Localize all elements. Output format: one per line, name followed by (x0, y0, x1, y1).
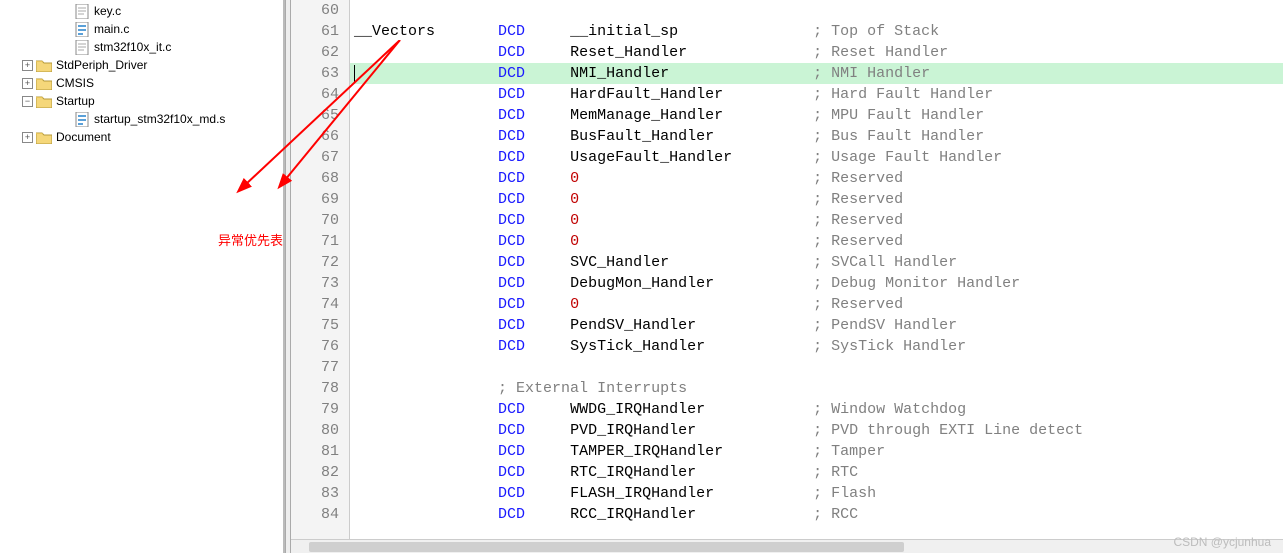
line-number: 84 (321, 504, 339, 525)
file-icon (74, 22, 90, 36)
tree-expander-icon[interactable]: + (22, 78, 33, 89)
file-icon (74, 40, 90, 54)
line-number: 83 (321, 483, 339, 504)
code-line[interactable]: DCD MemManage_Handler ; MPU Fault Handle… (350, 105, 1283, 126)
code-line[interactable]: DCD PendSV_Handler ; PendSV Handler (350, 315, 1283, 336)
code-line[interactable]: DCD PVD_IRQHandler ; PVD through EXTI Li… (350, 420, 1283, 441)
code-line[interactable]: DCD BusFault_Handler ; Bus Fault Handler (350, 126, 1283, 147)
line-number: 73 (321, 273, 339, 294)
code-line[interactable]: DCD FLASH_IRQHandler ; Flash (350, 483, 1283, 504)
line-number: 81 (321, 441, 339, 462)
code-text-area[interactable]: __Vectors DCD __initial_sp ; Top of Stac… (350, 0, 1283, 553)
line-number: 70 (321, 210, 339, 231)
tree-item[interactable]: key.c (0, 2, 283, 20)
tree-item[interactable]: − Startup (0, 92, 283, 110)
line-number: 63 (321, 63, 339, 84)
code-line[interactable]: DCD 0 ; Reserved (350, 231, 1283, 252)
horizontal-scrollbar[interactable] (291, 539, 1283, 553)
line-number: 76 (321, 336, 339, 357)
line-number: 74 (321, 294, 339, 315)
line-number: 80 (321, 420, 339, 441)
code-line[interactable]: DCD RCC_IRQHandler ; RCC (350, 504, 1283, 525)
code-line[interactable]: DCD DebugMon_Handler ; Debug Monitor Han… (350, 273, 1283, 294)
tree-item[interactable]: startup_stm32f10x_md.s (0, 110, 283, 128)
code-line[interactable] (350, 357, 1283, 378)
line-number: 67 (321, 147, 339, 168)
tree-expander-icon[interactable]: + (22, 132, 33, 143)
line-number: 65 (321, 105, 339, 126)
folder-icon (36, 130, 52, 144)
tree-item[interactable]: main.c (0, 20, 283, 38)
line-number: 66 (321, 126, 339, 147)
line-number: 64 (321, 84, 339, 105)
line-number: 68 (321, 168, 339, 189)
code-line[interactable]: DCD SysTick_Handler ; SysTick Handler (350, 336, 1283, 357)
tree-item-label: Document (56, 130, 111, 144)
tree-item-label: CMSIS (56, 76, 94, 90)
line-number: 79 (321, 399, 339, 420)
project-tree-panel: key.c main.c stm32f10x_it.c + StdPeriph_Driv… (0, 0, 285, 553)
line-number: 78 (321, 378, 339, 399)
tree-item-label: startup_stm32f10x_md.s (94, 112, 225, 126)
code-line[interactable] (350, 0, 1283, 21)
file-icon (74, 4, 90, 18)
tree-item-label: key.c (94, 4, 121, 18)
line-number: 62 (321, 42, 339, 63)
line-number: 60 (321, 0, 339, 21)
code-line[interactable]: DCD UsageFault_Handler ; Usage Fault Han… (350, 147, 1283, 168)
tree-item[interactable]: + CMSIS (0, 74, 283, 92)
code-line[interactable]: DCD NMI_Handler ; NMI Handler (350, 63, 1283, 84)
code-line[interactable]: DCD 0 ; Reserved (350, 294, 1283, 315)
folder-icon (36, 58, 52, 72)
line-number: 61 (321, 21, 339, 42)
horizontal-scrollbar-thumb[interactable] (309, 542, 904, 552)
tree-item[interactable]: + Document (0, 128, 283, 146)
tree-item[interactable]: stm32f10x_it.c (0, 38, 283, 56)
folder-icon (36, 94, 52, 108)
code-line[interactable]: DCD RTC_IRQHandler ; RTC (350, 462, 1283, 483)
line-number: 77 (321, 357, 339, 378)
code-editor-panel: 6061626364656667686970717273747576777879… (291, 0, 1283, 553)
tree-item-label: Startup (56, 94, 95, 108)
tree-expander-icon[interactable]: + (22, 60, 33, 71)
line-number: 69 (321, 189, 339, 210)
line-number: 71 (321, 231, 339, 252)
tree-item-label: stm32f10x_it.c (94, 40, 171, 54)
code-line[interactable]: DCD Reset_Handler ; Reset Handler (350, 42, 1283, 63)
tree-item[interactable]: + StdPeriph_Driver (0, 56, 283, 74)
code-line[interactable]: __Vectors DCD __initial_sp ; Top of Stac… (350, 21, 1283, 42)
code-line[interactable]: DCD WWDG_IRQHandler ; Window Watchdog (350, 399, 1283, 420)
line-number: 72 (321, 252, 339, 273)
tree-item-label: main.c (94, 22, 129, 36)
code-line[interactable]: DCD TAMPER_IRQHandler ; Tamper (350, 441, 1283, 462)
code-line[interactable]: DCD SVC_Handler ; SVCall Handler (350, 252, 1283, 273)
folder-icon (36, 76, 52, 90)
code-line[interactable]: DCD HardFault_Handler ; Hard Fault Handl… (350, 84, 1283, 105)
tree-expander-icon[interactable]: − (22, 96, 33, 107)
code-line[interactable]: DCD 0 ; Reserved (350, 189, 1283, 210)
annotation-label: 异常优先表 (218, 230, 283, 249)
line-number-gutter: 6061626364656667686970717273747576777879… (291, 0, 350, 553)
code-line[interactable]: ; External Interrupts (350, 378, 1283, 399)
line-number: 75 (321, 315, 339, 336)
line-number: 82 (321, 462, 339, 483)
tree-item-label: StdPeriph_Driver (56, 58, 147, 72)
code-line[interactable]: DCD 0 ; Reserved (350, 210, 1283, 231)
code-line[interactable]: DCD 0 ; Reserved (350, 168, 1283, 189)
file-icon (74, 112, 90, 126)
